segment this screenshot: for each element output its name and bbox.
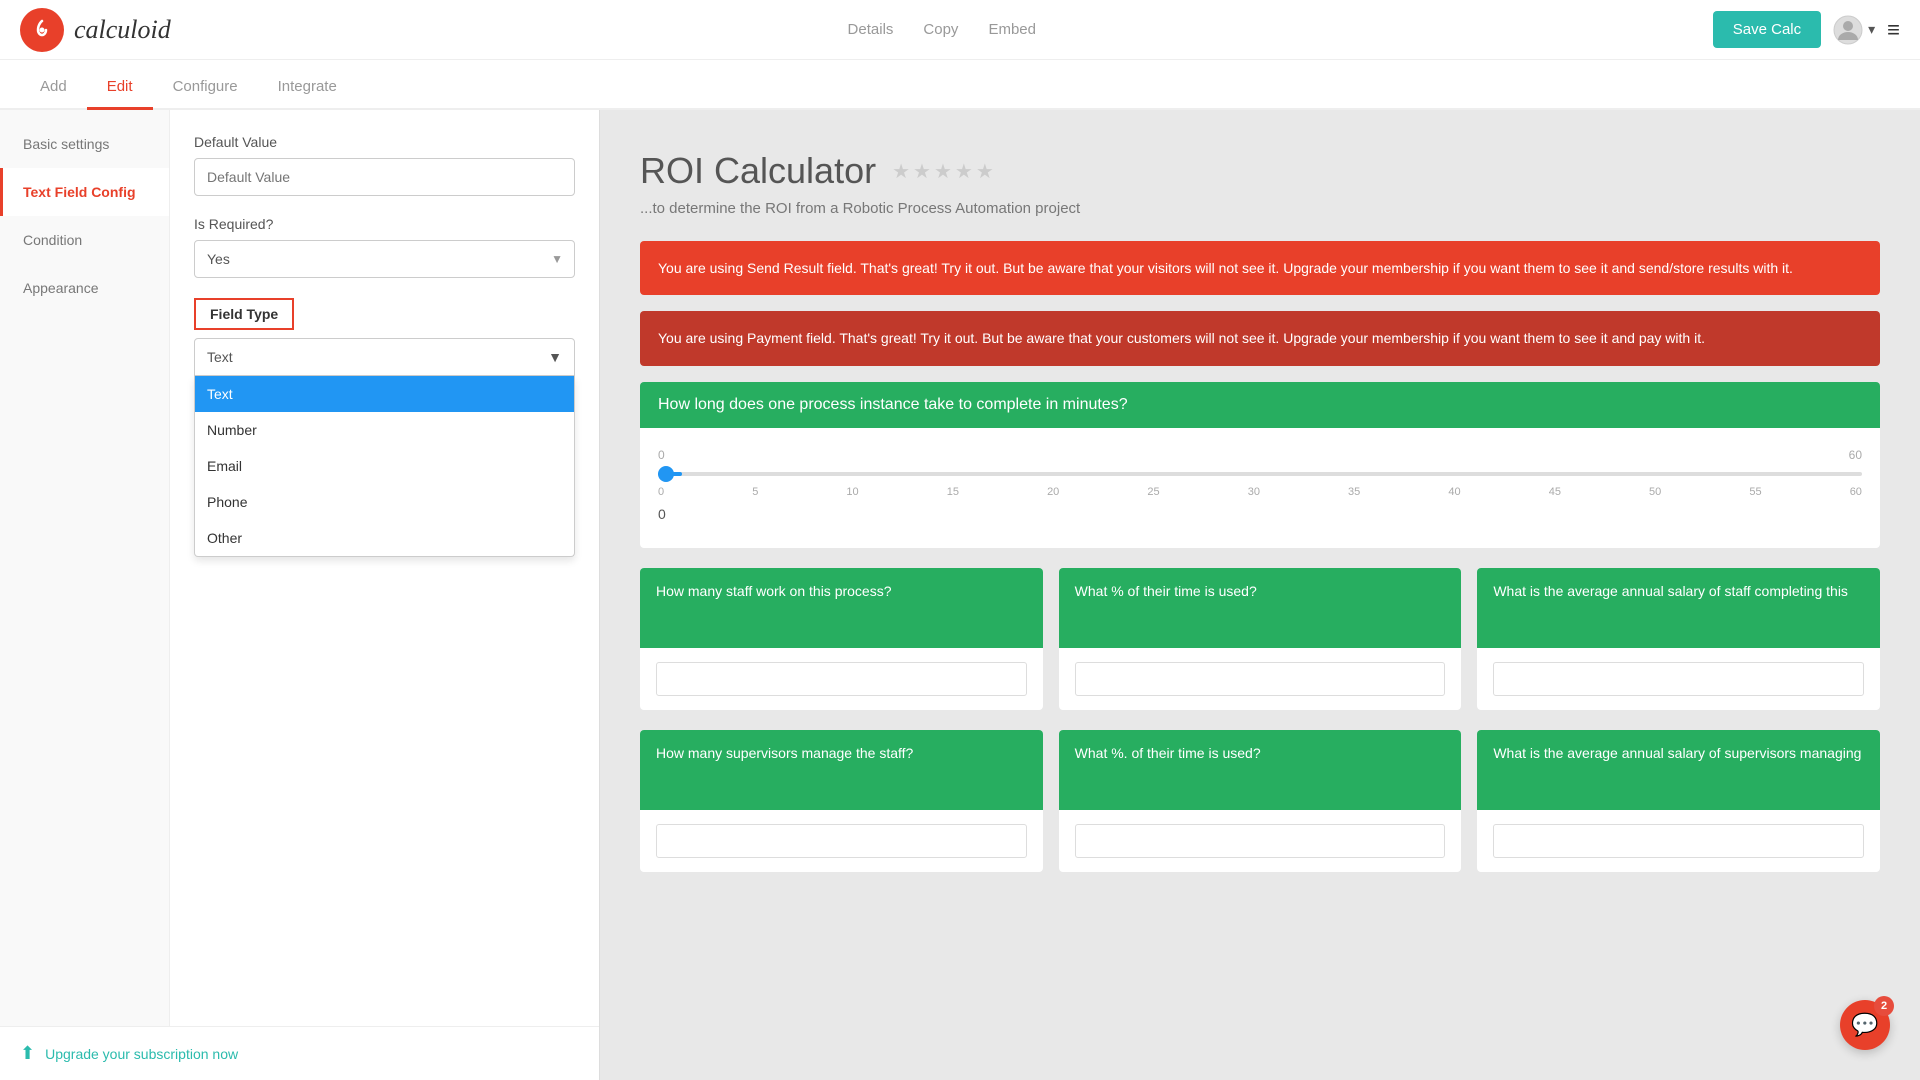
left-panel: Basic settings Text Field Config Conditi… [0,110,600,1080]
default-value-group: Default Value [194,134,575,196]
upgrade-bar[interactable]: ⬆ Upgrade your subscription now [0,1026,599,1080]
question-1-bar: How long does one process instance take … [640,382,1880,428]
is-required-label: Is Required? [194,216,575,232]
sidebar-item-text-field-config[interactable]: Text Field Config [0,168,169,216]
question-4-input[interactable] [1493,662,1864,696]
field-type-select-display[interactable]: Text ▼ [194,338,575,376]
question-1-content: 0 60 0 5 10 15 20 [640,428,1880,548]
hamburger-menu[interactable]: ≡ [1887,17,1900,43]
upload-icon: ⬆ [20,1043,35,1064]
calculator-subtitle: ...to determine the ROI from a Robotic P… [640,200,1880,217]
chevron-down-icon: ▾ [1868,21,1875,38]
calculator-title: ROI Calculator [640,150,876,192]
header-nav: Details Copy Embed [848,21,1036,38]
nav-embed[interactable]: Embed [988,21,1036,38]
slider-label-max: 60 [1849,448,1862,462]
question-4-card: What is the average annual salary of sta… [1477,568,1880,710]
question-7-header: What is the average annual salary of sup… [1477,730,1880,810]
form-panel: Default Value Is Required? Yes No ▼ [170,110,599,1026]
field-type-dropdown: Text ▼ Text Number Email Phone Other [194,338,575,376]
question-7-input[interactable] [1493,824,1864,858]
user-avatar-icon [1833,15,1863,45]
field-type-option-other[interactable]: Other [195,520,574,556]
question-3-card: What % of their time is used? [1059,568,1462,710]
slider-thumb[interactable] [658,466,674,482]
question-6-card: What %. of their time is used? [1059,730,1462,872]
tab-add[interactable]: Add [20,66,87,110]
logo-icon [20,8,64,52]
three-column-questions: How many staff work on this process? Wha… [640,568,1880,710]
upgrade-label: Upgrade your subscription now [45,1046,238,1062]
question-2-input[interactable] [656,662,1027,696]
save-calc-button[interactable]: Save Calc [1713,11,1821,48]
calculator-title-row: ROI Calculator ★ ★ ★ ★ ★ [640,150,1880,192]
question-3-body [1059,648,1462,710]
tab-configure[interactable]: Configure [153,66,258,110]
slider-label-min: 0 [658,448,665,462]
question-1-section: How long does one process instance take … [640,382,1880,548]
question-6-header: What %. of their time is used? [1059,730,1462,810]
is-required-select[interactable]: Yes No [194,240,575,278]
field-type-current-value: Text [207,349,233,365]
field-type-option-email[interactable]: Email [195,448,574,484]
logo: calculoid [20,8,171,52]
tab-edit[interactable]: Edit [87,66,153,110]
question-3-header: What % of their time is used? [1059,568,1462,648]
default-value-input[interactable] [194,158,575,196]
is-required-group: Is Required? Yes No ▼ [194,216,575,278]
slider-current-value: 0 [658,498,1862,538]
default-value-label: Default Value [194,134,575,150]
user-menu[interactable]: ▾ [1833,15,1875,45]
question-2-header: How many staff work on this process? [640,568,1043,648]
chat-bubble[interactable]: 💬 2 [1840,1000,1890,1050]
question-7-body [1477,810,1880,872]
sidebar-item-basic-settings[interactable]: Basic settings [0,120,169,168]
question-5-header: How many supervisors manage the staff? [640,730,1043,810]
alert-send-result: You are using Send Result field. That's … [640,241,1880,295]
left-content: Basic settings Text Field Config Conditi… [0,110,599,1026]
question-4-header: What is the average annual salary of sta… [1477,568,1880,648]
calculator-preview: ROI Calculator ★ ★ ★ ★ ★ ...to determine… [600,110,1920,1080]
slider-container: 0 60 0 5 10 15 20 [640,428,1880,548]
question-2-body [640,648,1043,710]
field-type-option-phone[interactable]: Phone [195,484,574,520]
field-type-option-number[interactable]: Number [195,412,574,448]
alert-payment: You are using Payment field. That's grea… [640,311,1880,365]
tab-integrate[interactable]: Integrate [258,66,357,110]
field-type-label: Field Type [210,306,278,322]
question-6-input[interactable] [1075,824,1446,858]
tabs: Add Edit Configure Integrate [0,60,1920,110]
sidebar: Basic settings Text Field Config Conditi… [0,110,170,1026]
field-type-arrow-icon: ▼ [548,349,562,365]
field-type-dropdown-list: Text Number Email Phone Other [194,376,575,557]
chat-badge: 2 [1874,996,1894,1016]
sidebar-item-appearance[interactable]: Appearance [0,264,169,312]
nav-details[interactable]: Details [848,21,894,38]
slider-track [658,472,1862,476]
question-3-input[interactable] [1075,662,1446,696]
header-actions: Save Calc ▾ ≡ [1713,11,1900,48]
question-5-card: How many supervisors manage the staff? [640,730,1043,872]
chat-icon: 💬 [1851,1012,1878,1038]
slider-tick-labels: 0 5 10 15 20 25 30 35 40 45 50 55 60 [658,486,1862,498]
sidebar-item-condition[interactable]: Condition [0,216,169,264]
three-column-questions-2: How many supervisors manage the staff? W… [640,730,1880,872]
question-7-card: What is the average annual salary of sup… [1477,730,1880,872]
question-6-body [1059,810,1462,872]
field-type-label-box: Field Type [194,298,294,330]
logo-text: calculoid [74,15,171,45]
main-layout: Basic settings Text Field Config Conditi… [0,110,1920,1080]
question-5-body [640,810,1043,872]
star-rating[interactable]: ★ ★ ★ ★ ★ [892,159,994,184]
field-type-option-text[interactable]: Text [195,376,574,412]
header: calculoid Details Copy Embed Save Calc ▾… [0,0,1920,60]
question-4-body [1477,648,1880,710]
is-required-select-wrapper: Yes No ▼ [194,240,575,278]
field-type-group: Field Type Text ▼ Text Number Email Phon… [194,298,575,376]
question-5-input[interactable] [656,824,1027,858]
nav-copy[interactable]: Copy [923,21,958,38]
question-2-card: How many staff work on this process? [640,568,1043,710]
